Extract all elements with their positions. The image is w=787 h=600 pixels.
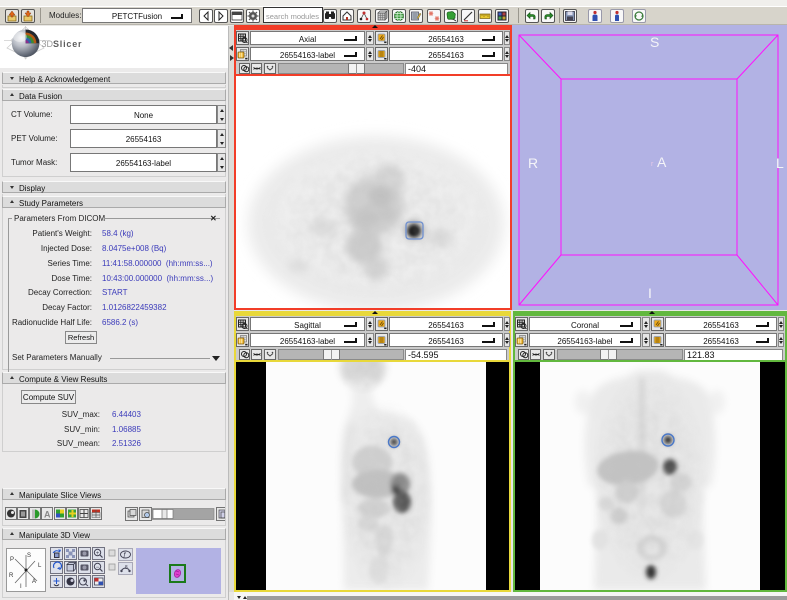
svg-text:3D: 3D	[42, 39, 54, 49]
svg-text:P: P	[10, 557, 14, 563]
svg-text:r: r	[651, 161, 654, 168]
svg-text:A: A	[32, 579, 36, 585]
svg-text:A: A	[44, 510, 51, 520]
svg-text:R: R	[528, 155, 538, 171]
svg-text:L: L	[38, 563, 42, 569]
svg-text:Slicer: Slicer	[53, 39, 82, 49]
svg-text:I: I	[648, 285, 652, 301]
svg-text:A: A	[657, 154, 667, 170]
svg-text:.8.: .8.	[124, 565, 130, 571]
svg-text:R: R	[9, 573, 14, 579]
svg-text:−: −	[96, 565, 100, 571]
svg-text:ƒ: ƒ	[123, 552, 127, 559]
svg-text:+: +	[96, 551, 100, 557]
svg-text:L: L	[776, 155, 784, 171]
svg-text:I: I	[20, 584, 22, 590]
svg-text:S: S	[27, 553, 31, 559]
svg-text:S: S	[650, 34, 659, 50]
